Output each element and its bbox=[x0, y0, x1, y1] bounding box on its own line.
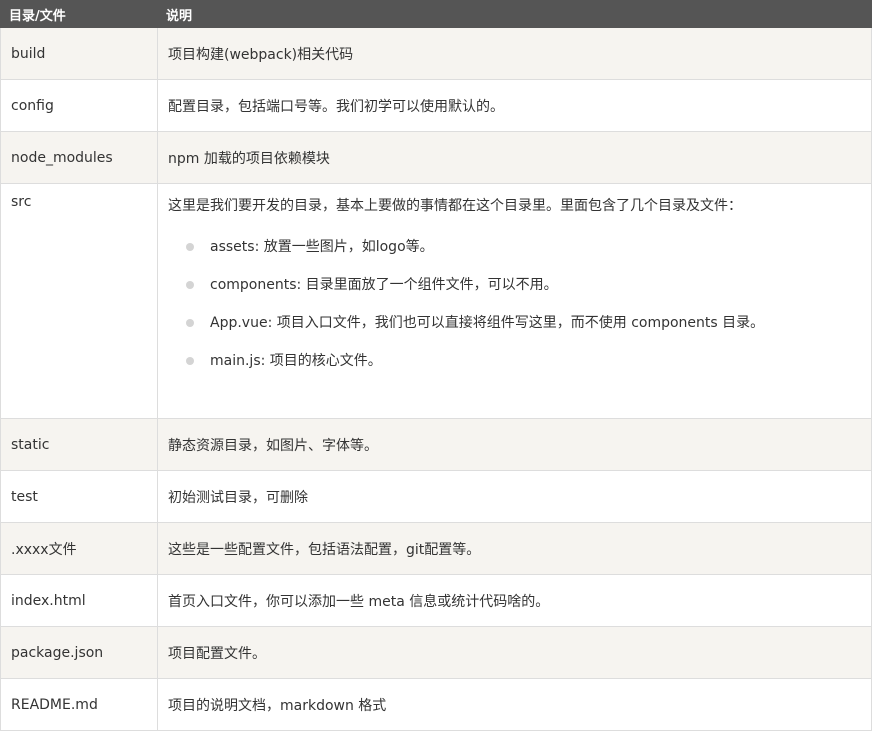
row-name: config bbox=[0, 79, 158, 132]
bullet-dot-icon bbox=[186, 281, 194, 289]
row-name: package.json bbox=[0, 626, 158, 679]
list-item: components: 目录里面放了一个组件文件，可以不用。 bbox=[182, 266, 861, 304]
list-item-text: main.js: 项目的核心文件。 bbox=[210, 353, 382, 369]
row-description: npm 加载的项目依赖模块 bbox=[157, 131, 872, 184]
bullet-dot-icon bbox=[186, 243, 194, 251]
table-row: src 这里是我们要开发的目录，基本上要做的事情都在这个目录里。里面包含了几个目… bbox=[0, 183, 872, 419]
row-description: 项目配置文件。 bbox=[157, 626, 872, 679]
table-row: static 静态资源目录，如图片、字体等。 bbox=[0, 418, 872, 471]
list-item-text: components: 目录里面放了一个组件文件，可以不用。 bbox=[210, 277, 558, 293]
table-row: build 项目构建(webpack)相关代码 bbox=[0, 27, 872, 80]
row-description: 这里是我们要开发的目录，基本上要做的事情都在这个目录里。里面包含了几个目录及文件… bbox=[157, 183, 872, 419]
row-name: test bbox=[0, 470, 158, 523]
row-name: build bbox=[0, 27, 158, 80]
table-row: index.html 首页入口文件，你可以添加一些 meta 信息或统计代码啥的… bbox=[0, 574, 872, 627]
row-description: 配置目录，包括端口号等。我们初学可以使用默认的。 bbox=[157, 79, 872, 132]
table-row: README.md 项目的说明文档，markdown 格式 bbox=[0, 678, 872, 731]
list-item: main.js: 项目的核心文件。 bbox=[182, 342, 861, 380]
row-description: 初始测试目录，可删除 bbox=[157, 470, 872, 523]
list-item-text: App.vue: 项目入口文件，我们也可以直接将组件写这里，而不使用 compo… bbox=[210, 315, 765, 331]
row-description: 首页入口文件，你可以添加一些 meta 信息或统计代码啥的。 bbox=[157, 574, 872, 627]
header-description: 说明 bbox=[157, 0, 872, 28]
table-row: node_modules npm 加载的项目依赖模块 bbox=[0, 131, 872, 184]
list-item: assets: 放置一些图片，如logo等。 bbox=[182, 228, 861, 266]
row-name: src bbox=[0, 183, 158, 419]
table-row: config 配置目录，包括端口号等。我们初学可以使用默认的。 bbox=[0, 79, 872, 132]
list-item: App.vue: 项目入口文件，我们也可以直接将组件写这里，而不使用 compo… bbox=[182, 304, 861, 342]
row-name: README.md bbox=[0, 678, 158, 731]
src-description-intro: 这里是我们要开发的目录，基本上要做的事情都在这个目录里。里面包含了几个目录及文件… bbox=[168, 198, 742, 214]
bullet-dot-icon bbox=[186, 357, 194, 365]
row-description: 静态资源目录，如图片、字体等。 bbox=[157, 418, 872, 471]
table-row: .xxxx文件 这些是一些配置文件，包括语法配置，git配置等。 bbox=[0, 522, 872, 575]
row-description: 这些是一些配置文件，包括语法配置，git配置等。 bbox=[157, 522, 872, 575]
table-header-row: 目录/文件 说明 bbox=[0, 0, 872, 28]
table-row: test 初始测试目录，可删除 bbox=[0, 470, 872, 523]
row-name: node_modules bbox=[0, 131, 158, 184]
row-description: 项目的说明文档，markdown 格式 bbox=[157, 678, 872, 731]
row-name: index.html bbox=[0, 574, 158, 627]
src-contents-list: assets: 放置一些图片，如logo等。 components: 目录里面放… bbox=[168, 228, 861, 380]
list-item-text: assets: 放置一些图片，如logo等。 bbox=[210, 239, 434, 255]
table-row: package.json 项目配置文件。 bbox=[0, 626, 872, 679]
bullet-dot-icon bbox=[186, 319, 194, 327]
directory-table: 目录/文件 说明 build 项目构建(webpack)相关代码 config … bbox=[0, 0, 872, 731]
row-description: 项目构建(webpack)相关代码 bbox=[157, 27, 872, 80]
row-name: static bbox=[0, 418, 158, 471]
row-name: .xxxx文件 bbox=[0, 522, 158, 575]
header-directory-file: 目录/文件 bbox=[0, 0, 158, 28]
